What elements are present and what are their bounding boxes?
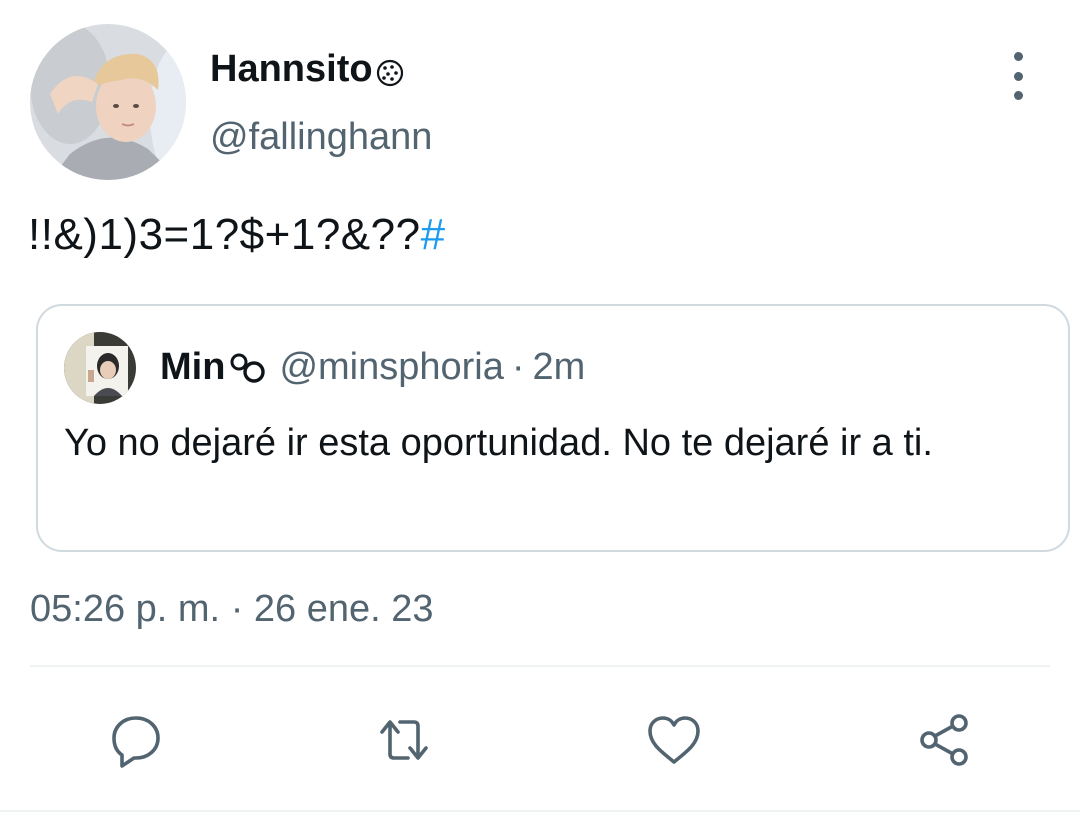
infinity-icon [227,351,267,385]
timestamp-date[interactable]: 26 ene. 23 [254,588,434,630]
profile-photo [30,24,186,180]
quote-separator: · [511,346,525,388]
author-handle[interactable]: @fallinghann [210,116,432,159]
share-button[interactable] [912,708,976,772]
reply-icon [112,716,160,768]
tweet-detail-page: Hannsito @fallinghann !!&)1)3=1?$+1?&??# [0,0,1080,831]
share-icon [920,714,968,766]
hashtag-link[interactable]: # [421,210,446,259]
reply-button[interactable] [104,708,168,772]
timestamp-separator: · [230,588,244,630]
author-name-label: Hannsito [210,48,373,90]
profile-photo [64,332,136,404]
retweet-icon [380,720,428,760]
quoted-tweet-card[interactable]: Min @minsphoria · 2m Yo no dejaré ir est… [36,304,1070,552]
divider [0,810,1080,812]
dot-icon [1013,52,1023,61]
dot-icon [1013,91,1023,100]
heart-icon [648,716,700,764]
quote-time: 2m [532,346,586,388]
tweet-body: !!&)1)3=1?$+1?&?? [28,210,421,259]
dot-icon [1013,71,1023,81]
more-options-button[interactable] [996,52,1040,100]
cookie-icon [375,55,405,86]
quote-author-avatar[interactable] [64,332,136,404]
author-display-name[interactable]: Hannsito [210,48,405,91]
like-button[interactable] [642,708,706,772]
quote-text: Yo no dejaré ir esta oportunidad. No te … [64,422,933,464]
retweet-button[interactable] [372,708,436,772]
quote-author-name: Min [160,346,226,388]
quote-author-handle: @minsphoria [279,346,504,388]
divider [30,665,1050,667]
quote-header: Min @minsphoria · 2m [160,346,585,389]
tweet-timestamp: 05:26 p. m. · 26 ene. 23 [30,588,434,631]
author-avatar[interactable] [30,24,186,180]
timestamp-time[interactable]: 05:26 p. m. [30,588,220,630]
tweet-text: !!&)1)3=1?$+1?&??# [28,210,446,260]
